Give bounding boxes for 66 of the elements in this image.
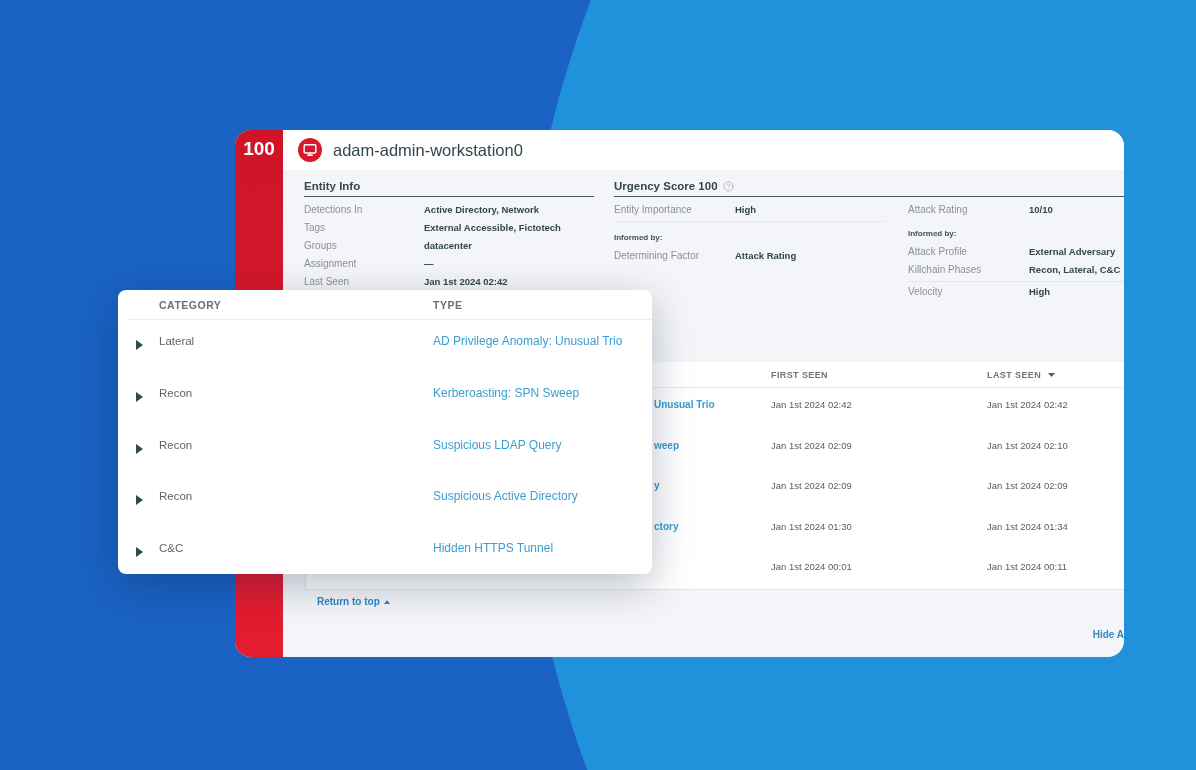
table-cell: Jan 1st 2024 02:09: [987, 479, 1068, 492]
caret-right-icon[interactable]: [136, 495, 143, 506]
category-text: Lateral: [159, 334, 195, 348]
field-label: Attack Rating: [908, 202, 968, 216]
caret-up-icon: [383, 599, 390, 604]
caret-right-icon[interactable]: [136, 391, 143, 402]
field-value: High: [735, 203, 757, 216]
category-text: C&C: [159, 541, 184, 555]
category-text: Recon: [159, 437, 193, 452]
informed-by-note: Informed by:: [614, 231, 663, 243]
field-label: Killchain Phases: [908, 263, 982, 276]
table-cell: Jan 1st 2024 02:10: [987, 438, 1068, 452]
field-value: External Adversary: [1029, 244, 1116, 258]
table-cell: Jan 1st 2024 01:34: [987, 519, 1068, 533]
category-text: Recon: [159, 489, 193, 504]
field-value: Jan 1st 2024 02:42: [424, 274, 508, 288]
hide-link[interactable]: Hide A: [1092, 628, 1124, 641]
column-header[interactable]: LAST SEEN: [987, 368, 1056, 381]
caret-right-icon[interactable]: [136, 547, 143, 557]
field-value: Active Directory, Network: [424, 202, 539, 216]
category-text: Recon: [159, 385, 193, 400]
column-header: TYPE: [433, 297, 463, 312]
caret-right-icon[interactable]: [136, 340, 143, 350]
field-value: High: [1029, 284, 1051, 298]
detection-link[interactable]: Suspicious LDAP Query: [433, 437, 562, 452]
detection-link[interactable]: Kerberoasting: SPN Sweep: [433, 385, 580, 400]
field-value: Attack Rating: [735, 248, 797, 262]
table-cell: Jan 1st 2024 02:09: [771, 479, 852, 492]
detection-link[interactable]: Unusual Trio: [654, 398, 715, 411]
detection-link[interactable]: AD Privilege Anomaly: Unusual Trio: [433, 334, 623, 348]
entity-title: adam-admin-workstation0: [333, 140, 523, 160]
detection-link[interactable]: y: [654, 479, 660, 492]
table-cell: Jan 1st 2024 00:01: [771, 560, 852, 573]
informed-by-note: Informed by:: [908, 227, 957, 239]
column-header[interactable]: FIRST SEEN: [771, 368, 828, 381]
detection-link[interactable]: weep: [654, 438, 679, 452]
field-label: Attack Profile: [908, 244, 967, 258]
section-heading: Entity Info: [304, 179, 361, 194]
caret-right-icon[interactable]: [136, 443, 143, 454]
sort-down-icon[interactable]: [1048, 372, 1056, 377]
detection-link[interactable]: Hidden HTTPS Tunnel: [433, 541, 554, 555]
score-number: 100: [243, 138, 275, 160]
field-label: Groups: [304, 238, 337, 252]
field-value: datacenter: [424, 238, 473, 252]
field-label: Tags: [304, 220, 326, 234]
monitor-icon: [298, 138, 322, 162]
detection-link[interactable]: ctory: [654, 519, 679, 533]
field-label: Last Seen: [304, 274, 350, 288]
table-cell: Jan 1st 2024 02:09: [771, 438, 852, 452]
table-cell: Jan 1st 2024 02:42: [987, 398, 1068, 411]
table-cell: Jan 1st 2024 00:11: [987, 560, 1068, 573]
field-label: Determining Factor: [614, 248, 700, 262]
field-label: Assignment: [304, 256, 357, 270]
field-value: 10/10: [1029, 202, 1053, 216]
detection-link[interactable]: Suspicious Active Directory: [433, 489, 578, 504]
field-label: Velocity: [908, 284, 943, 298]
return-to-top-link[interactable]: Return to top: [317, 595, 390, 608]
field-value: External Accessible, Fictotech: [424, 220, 561, 234]
field-label: Entity Importance: [614, 203, 692, 216]
field-label: Detections In: [304, 202, 363, 216]
field-value: —: [424, 256, 434, 270]
field-value: Recon, Lateral, C&C: [1029, 263, 1121, 276]
section-heading: Urgency Score 100: [614, 179, 718, 194]
column-header: CATEGORY: [159, 297, 222, 312]
table-cell: Jan 1st 2024 02:42: [771, 398, 852, 411]
table-cell: Jan 1st 2024 01:30: [771, 519, 852, 533]
